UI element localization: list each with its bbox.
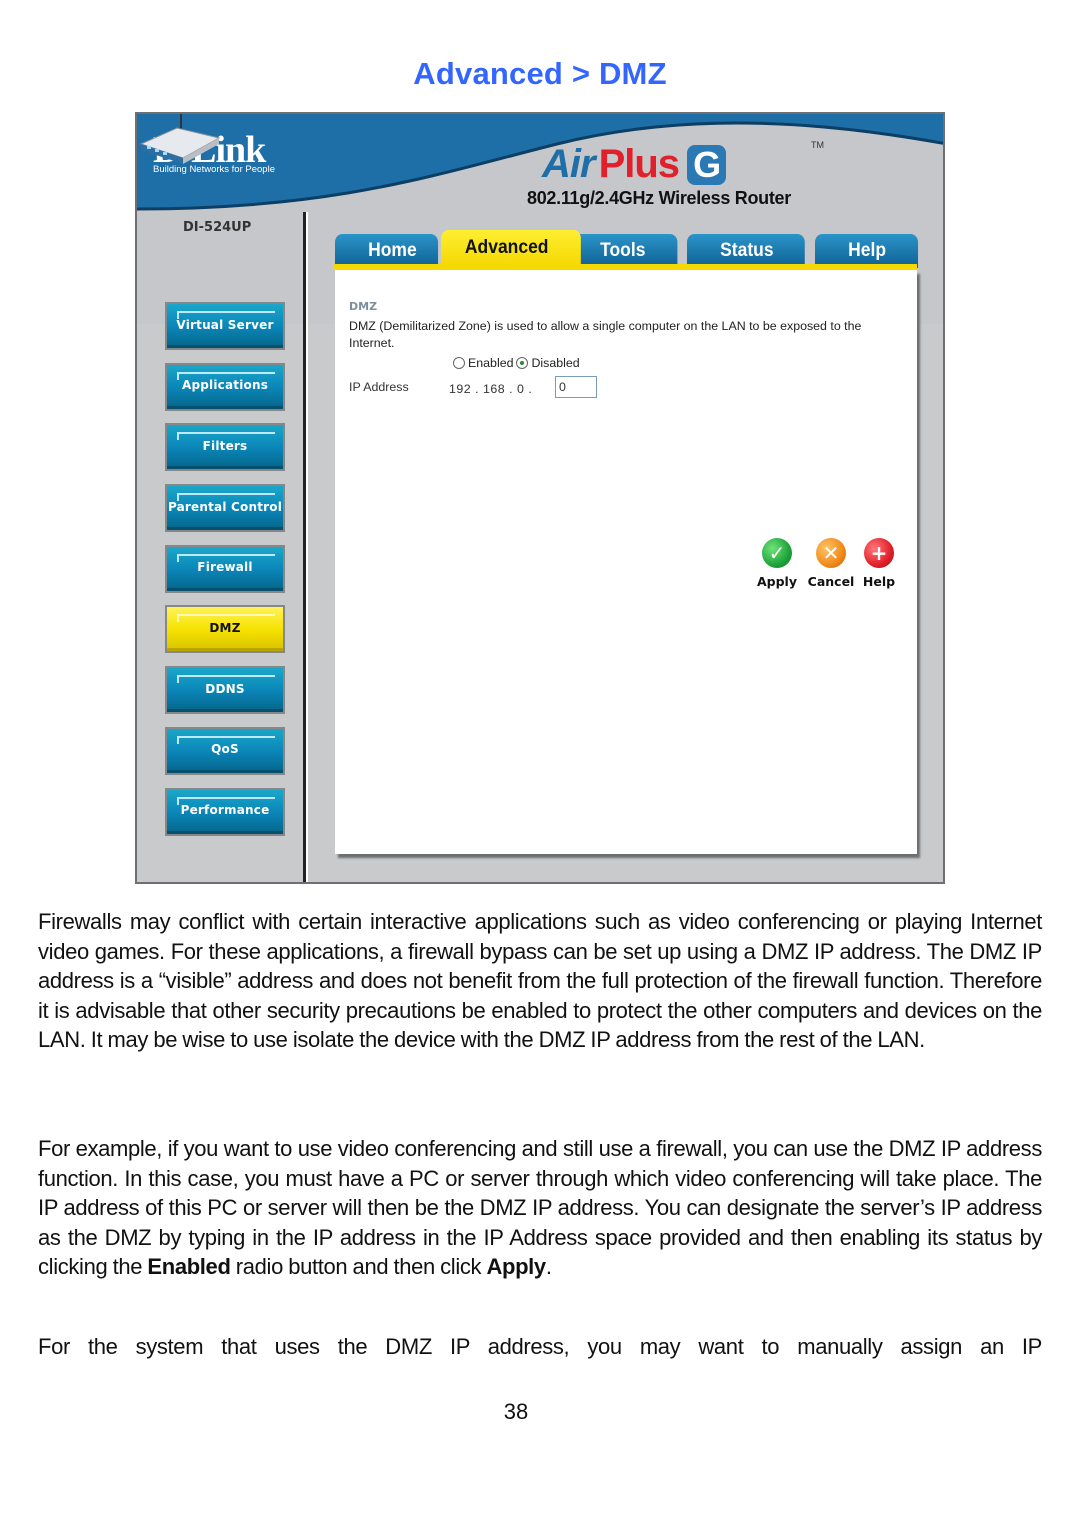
product-subtitle: 802.11g/2.4GHz Wireless Router — [527, 188, 791, 208]
sidebar-item-label: Filters — [167, 425, 283, 470]
sidebar-item-dmz[interactable]: DMZ — [165, 605, 285, 654]
apply-button[interactable]: ✓ Apply — [749, 538, 805, 589]
ip-address-prefix: 192 . 168 . 0 . — [449, 382, 533, 396]
sidebar-item-filters[interactable]: Filters — [165, 423, 285, 472]
panel-description: DMZ (Demilitarized Zone) is used to allo… — [349, 319, 862, 350]
sidebar-item-parental-control[interactable]: Parental Control — [165, 484, 285, 533]
sidebar-item-label: Virtual Server — [167, 304, 283, 348]
model-name: DI-524UP — [183, 220, 252, 235]
tab-tools[interactable]: Tools — [567, 234, 678, 268]
tab-status[interactable]: Status — [687, 234, 805, 268]
top-tabs: Home Tools Status Help Advanced — [335, 228, 919, 268]
paragraph-example-end: . — [545, 1254, 552, 1280]
sidebar-item-label: Parental Control — [167, 486, 283, 531]
cancel-button[interactable]: ✕ Cancel — [803, 538, 859, 589]
paragraph-manual-ip: For the system that uses the DMZ IP addr… — [38, 1334, 1042, 1359]
sidebar-nav: Virtual Server Applications Filters Pare… — [165, 302, 287, 848]
bold-apply: Apply — [486, 1254, 546, 1280]
sidebar-item-label: Performance — [167, 789, 283, 834]
sidebar-divider — [303, 212, 308, 882]
cross-icon: ✕ — [816, 538, 846, 568]
tab-help[interactable]: Help — [815, 234, 919, 268]
paragraph-example: For example, if you want to use video co… — [38, 1134, 1042, 1282]
dmz-status-radio-group: Enabled Disabled — [453, 356, 583, 370]
ip-last-octet-input[interactable] — [555, 376, 597, 398]
cancel-label: Cancel — [807, 574, 855, 589]
sidebar-item-label: Applications — [167, 364, 283, 409]
panel-title: DMZ — [349, 300, 378, 313]
help-button[interactable]: + Help — [855, 538, 903, 589]
help-label: Help — [862, 574, 896, 589]
page-heading: Advanced > DMZ — [413, 56, 667, 91]
sidebar-item-label: DMZ — [167, 607, 283, 652]
sidebar-item-virtual-server[interactable]: Virtual Server — [165, 302, 285, 350]
content-panel: DMZ DMZ (Demilitarized Zone) is used to … — [335, 270, 917, 854]
router-screenshot: D-Link Building Networks for People Air P… — [135, 112, 945, 884]
sidebar-item-qos[interactable]: QoS — [165, 726, 285, 775]
action-buttons: ✓ Apply ✕ Cancel + Help — [749, 538, 909, 598]
radio-disabled[interactable] — [516, 357, 529, 369]
airplus-logo: Air Plus G — [542, 142, 727, 187]
sidebar-item-applications[interactable]: Applications — [165, 362, 285, 411]
sidebar-item-ddns[interactable]: DDNS — [165, 666, 285, 715]
sidebar-item-firewall[interactable]: Firewall — [165, 544, 285, 593]
radio-disabled-label[interactable]: Disabled — [531, 356, 579, 370]
router-icon — [139, 114, 221, 164]
bold-enabled: Enabled — [147, 1254, 231, 1280]
paragraph-example-mid: radio button and then click — [230, 1254, 487, 1280]
checkmark-icon: ✓ — [762, 538, 792, 568]
radio-enabled[interactable] — [453, 357, 465, 369]
trademark: TM — [811, 140, 824, 150]
tab-home[interactable]: Home — [335, 234, 439, 268]
airplus-plus: Plus — [598, 142, 680, 186]
sidebar-item-label: DDNS — [167, 668, 283, 713]
ip-address-label: IP Address — [349, 380, 409, 394]
airplus-air: Air — [542, 142, 596, 186]
airplus-g: G — [687, 145, 727, 185]
radio-enabled-label[interactable]: Enabled — [468, 356, 513, 370]
page-number: 38 — [503, 1399, 529, 1424]
sidebar-item-label: Firewall — [167, 546, 283, 591]
sidebar-item-label: QoS — [167, 728, 283, 773]
plus-icon: + — [864, 538, 894, 568]
apply-label: Apply — [756, 574, 797, 589]
sidebar-item-performance[interactable]: Performance — [165, 787, 285, 836]
paragraph-firewall-conflict: Firewalls may conflict with certain inte… — [38, 909, 1042, 1053]
tab-advanced[interactable]: Advanced — [441, 230, 581, 268]
